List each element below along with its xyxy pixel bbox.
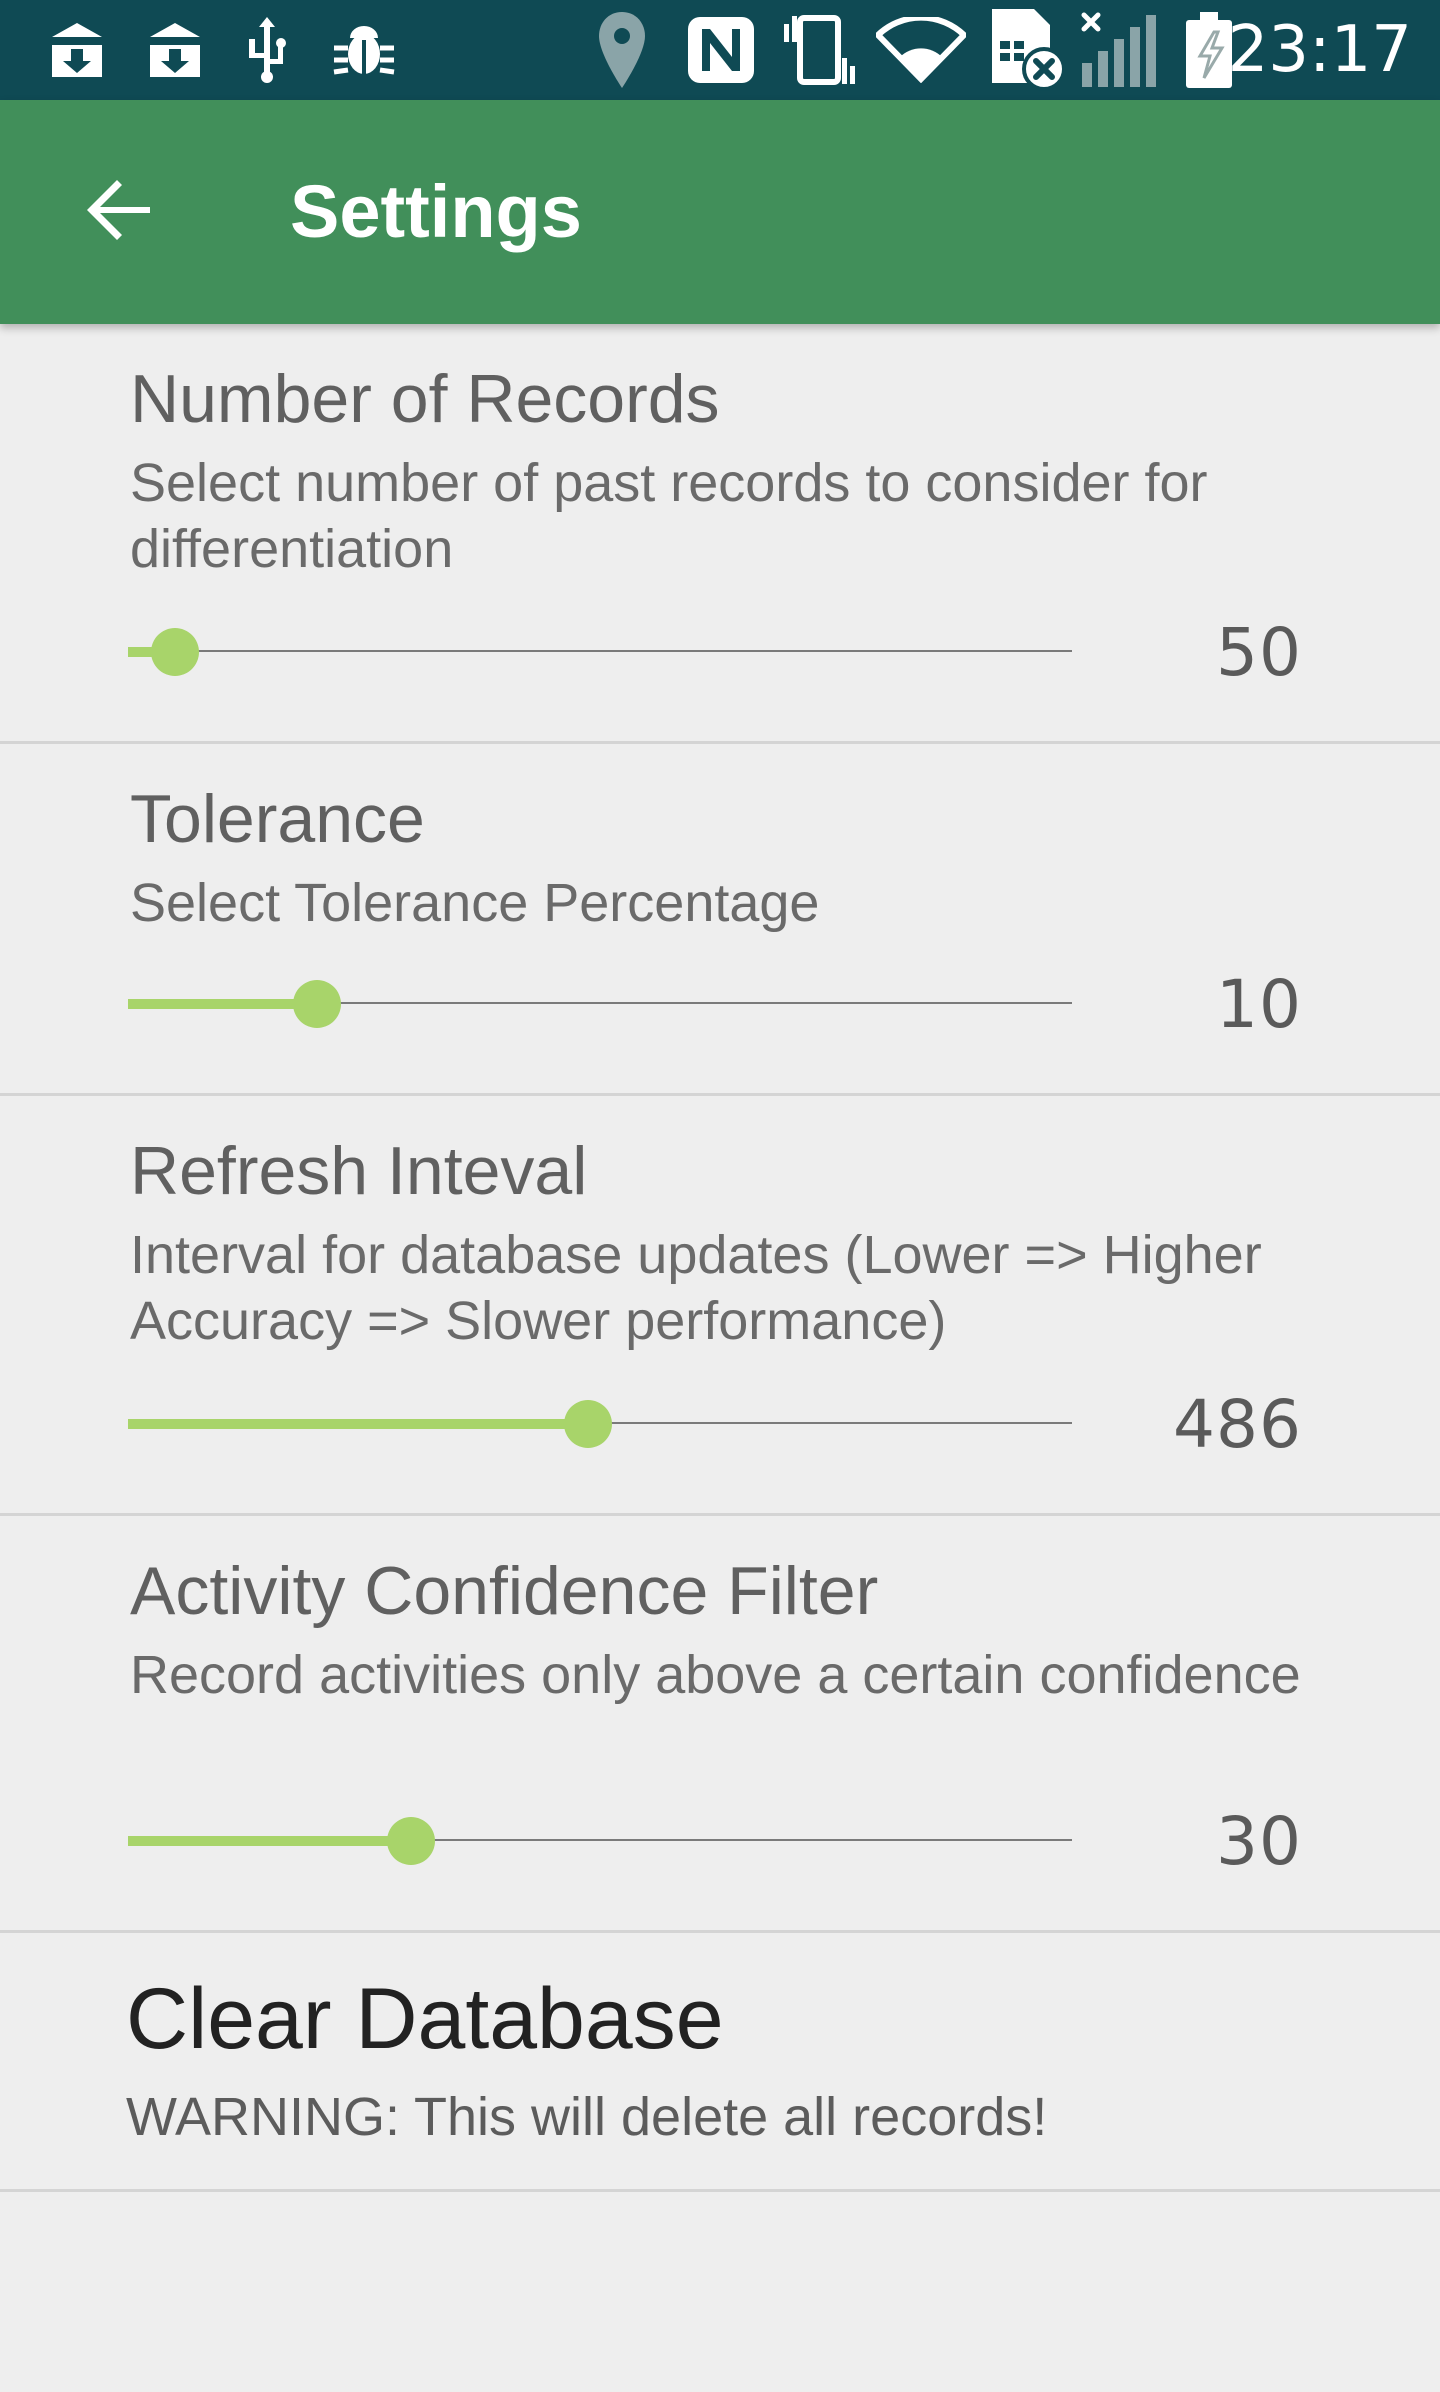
pref-title: Refresh Inteval bbox=[130, 1133, 588, 1209]
usb-icon bbox=[242, 14, 292, 86]
status-bar: 23:17 bbox=[0, 0, 1440, 100]
slider-thumb[interactable] bbox=[387, 1817, 435, 1865]
tolerance-slider[interactable] bbox=[128, 973, 1072, 1033]
records-slider[interactable] bbox=[128, 621, 1072, 681]
pref-summary: Select Tolerance Percentage bbox=[130, 873, 820, 933]
slider-thumb[interactable] bbox=[293, 980, 341, 1028]
clear-database-summary: WARNING: This will delete all records! bbox=[126, 2087, 1048, 2147]
pref-refresh-interval[interactable]: Refresh Inteval Interval for database up… bbox=[0, 1096, 1440, 1516]
pref-summary: Record activities only above a certain c… bbox=[130, 1645, 1301, 1705]
back-arrow-icon bbox=[84, 174, 156, 251]
vibrate-icon bbox=[780, 14, 860, 86]
pref-title: Number of Records bbox=[130, 361, 720, 437]
slider-fill bbox=[128, 999, 317, 1009]
clear-database-title: Clear Database bbox=[126, 1971, 724, 2067]
slider-track bbox=[128, 650, 1072, 652]
download-notification-icon bbox=[142, 14, 208, 86]
pref-number-of-records[interactable]: Number of Records Select number of past … bbox=[0, 324, 1440, 744]
pref-title: Activity Confidence Filter bbox=[130, 1553, 879, 1629]
sim-card-error-icon bbox=[990, 9, 1070, 91]
cell-signal-no-service-icon bbox=[1080, 12, 1166, 87]
slider-fill bbox=[128, 1419, 588, 1429]
pref-activity-confidence-filter[interactable]: Activity Confidence Filter Record activi… bbox=[0, 1516, 1440, 1933]
slider-value: 30 bbox=[1216, 1803, 1302, 1880]
back-button[interactable] bbox=[60, 152, 180, 272]
slider-thumb[interactable] bbox=[564, 1400, 612, 1448]
pref-summary: Select number of past records to conside… bbox=[130, 453, 1208, 579]
pref-tolerance[interactable]: Tolerance Select Tolerance Percentage 10 bbox=[0, 744, 1440, 1096]
nfc-icon bbox=[686, 14, 756, 86]
battery-charging-icon bbox=[1184, 12, 1234, 88]
slider-thumb[interactable] bbox=[151, 628, 199, 676]
pref-title: Tolerance bbox=[130, 781, 425, 857]
slider-fill bbox=[128, 1836, 411, 1846]
confidence-slider[interactable] bbox=[128, 1810, 1072, 1870]
location-pin-icon bbox=[594, 12, 650, 88]
page-title: Settings bbox=[290, 170, 582, 253]
clock-time: 23:17 bbox=[1227, 13, 1412, 87]
debug-bug-icon bbox=[330, 14, 398, 86]
refresh-interval-slider[interactable] bbox=[128, 1393, 1072, 1453]
app-bar: Settings bbox=[0, 100, 1440, 324]
pref-summary: Interval for database updates (Lower => … bbox=[130, 1225, 1262, 1351]
wifi-icon bbox=[876, 14, 966, 86]
slider-value: 486 bbox=[1173, 1386, 1302, 1463]
slider-value: 10 bbox=[1216, 966, 1302, 1043]
slider-value: 50 bbox=[1216, 614, 1302, 691]
download-notification-icon bbox=[44, 14, 110, 86]
